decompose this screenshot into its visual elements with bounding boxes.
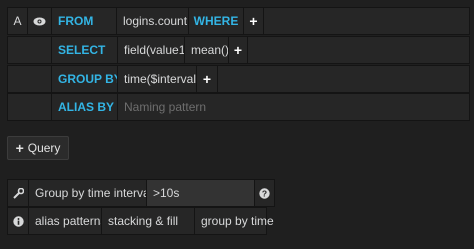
select-field[interactable]: field(value1): [117, 36, 189, 64]
query-row-alias-by: ALIAS BY Naming pattern: [7, 93, 470, 121]
alias-input[interactable]: Naming pattern: [117, 93, 470, 121]
plus-icon: +: [15, 140, 24, 156]
row-filler: [217, 65, 470, 93]
options-row-help: alias patterns stacking & fill group by …: [7, 207, 277, 235]
row-gutter: [7, 36, 52, 64]
measurement-select[interactable]: logins.count: [116, 7, 189, 35]
group-by-time-label: Group by time interval: [28, 179, 152, 207]
add-query-label: Query: [27, 141, 61, 155]
select-keyword: SELECT: [51, 36, 118, 64]
add-where-button[interactable]: +: [243, 7, 264, 35]
query-row-select: SELECT field(value1) mean() +: [7, 36, 470, 64]
where-keyword: WHERE: [188, 7, 244, 35]
add-select-button[interactable]: +: [228, 36, 248, 64]
row-gutter: [7, 93, 52, 121]
row-gutter: [7, 65, 52, 93]
row-filler: [263, 7, 470, 35]
alias-patterns-tab[interactable]: alias patterns: [28, 207, 106, 235]
options-row-interval: Group by time interval >10s ?: [7, 179, 277, 207]
group-by-value[interactable]: time($interval): [117, 65, 200, 93]
ref-id-label[interactable]: A: [7, 7, 28, 35]
row-filler: [247, 36, 470, 64]
group-by-time-input[interactable]: >10s: [146, 179, 255, 207]
from-keyword: FROM: [51, 7, 117, 35]
stacking-fill-tab[interactable]: stacking & fill: [101, 207, 195, 235]
alias-by-keyword: ALIAS BY: [51, 93, 118, 121]
group-by-time-tab[interactable]: group by time: [194, 207, 274, 235]
svg-text:?: ?: [262, 188, 267, 198]
question-icon[interactable]: ?: [254, 179, 275, 207]
add-query-button[interactable]: + Query: [7, 136, 69, 160]
select-aggregation[interactable]: mean(): [184, 36, 229, 64]
eye-icon[interactable]: [27, 7, 52, 35]
query-row-from: A FROM logins.count WHERE +: [7, 7, 470, 35]
wrench-icon: [7, 179, 29, 207]
query-row-group-by: GROUP BY time($interval) +: [7, 65, 470, 93]
info-icon: [7, 207, 29, 235]
group-by-keyword: GROUP BY: [51, 65, 122, 93]
add-group-by-button[interactable]: +: [196, 65, 218, 93]
